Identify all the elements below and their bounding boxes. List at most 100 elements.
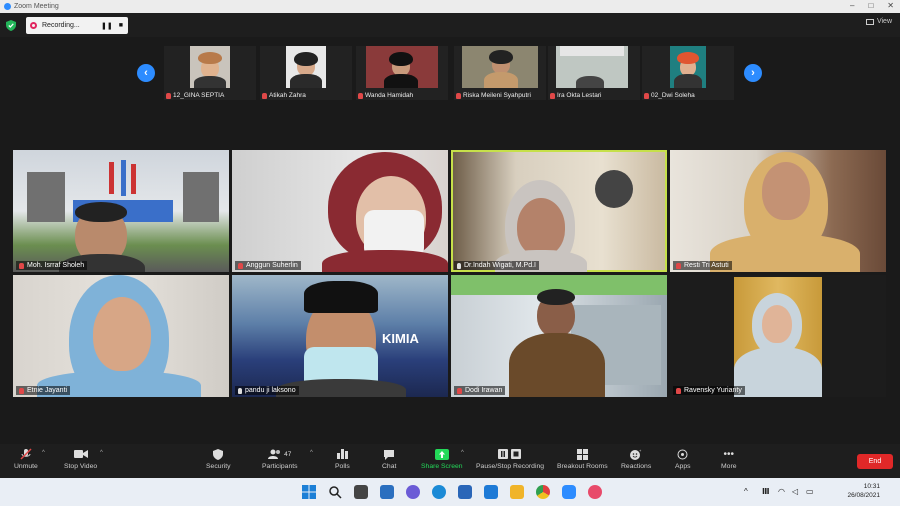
shield-icon	[211, 448, 225, 460]
video-tile[interactable]: Ravensky Yurianty	[670, 275, 886, 397]
video-tile[interactable]: Moh. Isrraf Sholeh	[13, 150, 229, 272]
muted-mic-icon	[358, 92, 363, 99]
participant-name: 12_GINA SEPTIA	[173, 92, 225, 99]
strip-prev-button[interactable]: ‹	[137, 64, 155, 82]
chat-button[interactable]: Chat	[382, 448, 396, 470]
stop-recording-icon[interactable]: ■	[119, 22, 123, 30]
video-tile[interactable]: Anggun Suherlin	[232, 150, 448, 272]
close-icon[interactable]: ✕	[887, 1, 894, 10]
volume-icon[interactable]: ◁	[792, 487, 798, 496]
chat-label: Chat	[382, 463, 397, 470]
video-tile[interactable]: Dodi Irawan	[451, 275, 667, 397]
muted-mic-icon	[550, 92, 555, 99]
video-options-caret[interactable]: ^	[100, 450, 103, 456]
view-label: View	[876, 18, 892, 25]
stop-video-button[interactable]: Stop Video	[64, 448, 97, 470]
zoom-app-icon[interactable]	[562, 485, 576, 499]
participants-button[interactable]: 47 Participants	[262, 448, 298, 470]
video-tile[interactable]: Etnie Jayanti	[13, 275, 229, 397]
video-tile-active-speaker[interactable]: Dr.Indah Wigati, M.Pd.I	[451, 150, 667, 272]
pinned-app-icon[interactable]	[588, 485, 602, 499]
share-screen-button[interactable]: Share Screen	[421, 448, 463, 470]
meeting-topbar: Recording... ❚❚ ■ View	[0, 13, 900, 37]
strip-thumbnail[interactable]: Atikah Zahra	[260, 46, 352, 100]
pause-stop-recording-label: Pause/Stop Recording	[476, 463, 545, 470]
window-title: Zoom Meeting	[14, 3, 59, 10]
audio-options-caret[interactable]: ^	[42, 450, 45, 456]
chrome-browser-icon[interactable]	[536, 485, 550, 499]
tray-app-icon[interactable]: Ⅲ	[762, 487, 770, 496]
video-tile[interactable]: Resti Tri Astuti	[670, 150, 886, 272]
apps-button[interactable]: Apps	[675, 448, 691, 470]
widgets-icon[interactable]	[380, 485, 394, 499]
banner-text: KIMIA	[382, 331, 419, 346]
pause-recording-icon[interactable]: ❚❚	[101, 22, 113, 30]
smiley-plus-icon: +	[629, 448, 643, 460]
unmute-label: Unmute	[14, 463, 38, 470]
participant-name: Wanda Hamidah	[365, 92, 414, 99]
maximize-icon[interactable]: □	[868, 1, 873, 10]
strip-thumbnail[interactable]: Riska Meileni Syahputri	[454, 46, 546, 100]
mic-icon	[238, 387, 242, 394]
search-icon[interactable]	[328, 485, 342, 499]
strip-thumbnail[interactable]: 02_Dwi Soleha	[642, 46, 734, 100]
reactions-label: Reactions	[621, 463, 652, 470]
tray-overflow-icon[interactable]: ^	[744, 487, 748, 496]
file-explorer-icon[interactable]	[510, 485, 524, 499]
participant-name: Anggun Suherlin	[246, 262, 298, 269]
breakout-rooms-button[interactable]: Breakout Rooms	[557, 448, 608, 470]
participants-count: 47	[284, 450, 292, 458]
muted-mic-icon	[19, 387, 24, 394]
muted-mic-icon	[456, 92, 461, 99]
grid-view-icon	[865, 18, 874, 25]
muted-mic-icon	[644, 92, 649, 99]
participants-options-caret[interactable]: ^	[310, 450, 313, 456]
unmute-button[interactable]: Unmute	[14, 448, 38, 470]
participant-name: Atikah Zahra	[269, 92, 306, 99]
tray-time: 10:31	[863, 483, 880, 490]
more-button[interactable]: ••• More	[721, 448, 737, 471]
strip-thumbnail[interactable]: 12_GINA SEPTIA	[164, 46, 256, 100]
participant-name: Riska Meileni Syahputri	[463, 92, 531, 99]
view-button[interactable]: View	[865, 18, 892, 25]
battery-icon[interactable]: ▭	[806, 487, 814, 496]
muted-mic-icon	[238, 262, 243, 269]
share-screen-label: Share Screen	[421, 463, 463, 470]
tray-clock[interactable]: 10:31 26/08/2021	[847, 482, 880, 500]
stop-video-label: Stop Video	[64, 463, 98, 470]
muted-mic-icon	[676, 262, 681, 269]
muted-mic-icon	[676, 387, 681, 394]
task-view-icon[interactable]	[354, 485, 368, 499]
muted-mic-icon	[262, 92, 267, 99]
end-meeting-button[interactable]: End	[857, 454, 893, 469]
mail-icon[interactable]	[484, 485, 498, 499]
store-icon[interactable]	[458, 485, 472, 499]
window-titlebar: Zoom Meeting – □ ✕	[0, 0, 900, 13]
video-tile[interactable]: KIMIA pandu ji laksono	[232, 275, 448, 397]
edge-browser-icon[interactable]	[432, 485, 446, 499]
pause-stop-recording-button[interactable]: Pause/Stop Recording	[476, 448, 544, 470]
recording-dot-icon	[30, 22, 37, 29]
svg-text:+: +	[639, 449, 642, 453]
participant-name: Ira Okta Lestari	[557, 92, 602, 99]
shield-icon[interactable]	[6, 20, 16, 31]
strip-thumbnail[interactable]: Ira Okta Lestari	[548, 46, 640, 100]
polls-button[interactable]: Polls	[335, 448, 350, 470]
muted-mic-icon	[19, 262, 24, 269]
video-camera-icon	[73, 448, 88, 460]
strip-next-button[interactable]: ›	[744, 64, 762, 82]
teams-chat-icon[interactable]	[406, 485, 420, 499]
recording-indicator: Recording... ❚❚ ■	[26, 17, 128, 34]
minimize-icon[interactable]: –	[850, 1, 854, 10]
share-options-caret[interactable]: ^	[461, 450, 464, 456]
reactions-button[interactable]: + Reactions	[621, 448, 652, 471]
wifi-icon[interactable]: ◠	[778, 487, 785, 496]
muted-mic-icon	[166, 92, 171, 99]
participant-name: Dodi Irawan	[465, 387, 503, 394]
security-button[interactable]: Security	[206, 448, 231, 470]
strip-thumbnail[interactable]: Wanda Hamidah	[356, 46, 448, 100]
windows-taskbar: ^ Ⅲ ◠ ◁ ▭ 10:31 26/08/2021	[0, 478, 900, 506]
participant-name: Dr.Indah Wigati, M.Pd.I	[464, 262, 536, 269]
windows-start-icon[interactable]	[302, 485, 316, 499]
participant-name: Moh. Isrraf Sholeh	[27, 262, 85, 269]
